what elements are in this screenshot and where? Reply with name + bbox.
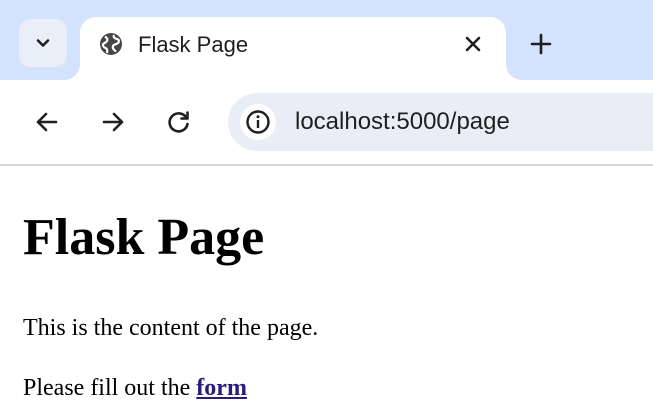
info-icon (246, 110, 270, 134)
page-content: Flask Page This is the content of the pa… (0, 166, 653, 405)
tab-title: Flask Page (138, 32, 249, 57)
toolbar: localhost:5000/page (0, 80, 653, 164)
form-prompt-paragraph: Please fill out the form (23, 374, 247, 402)
content-paragraph: This is the content of the page. (23, 315, 319, 341)
form-prompt-text: Please fill out the (23, 375, 197, 401)
chevron-down-icon (36, 39, 50, 47)
arrow-right-icon (102, 112, 124, 132)
site-info-button[interactable] (240, 104, 276, 140)
browser-window: Flask Page localhost:5000/page Flask Pag… (0, 0, 653, 405)
form-link[interactable]: form (196, 375, 247, 401)
tab-search-button[interactable] (19, 19, 67, 67)
back-button[interactable] (31, 106, 63, 138)
active-tab[interactable]: Flask Page (80, 17, 506, 80)
forward-button[interactable] (97, 106, 129, 138)
page-heading: Flask Page (23, 209, 265, 266)
arrow-left-icon (36, 112, 58, 132)
address-bar[interactable]: localhost:5000/page (228, 93, 653, 151)
globe-icon (100, 33, 122, 55)
plus-icon (530, 33, 552, 55)
url-text[interactable]: localhost:5000/page (295, 108, 510, 136)
reload-icon (168, 111, 189, 133)
tab-strip: Flask Page (0, 0, 653, 80)
new-tab-button[interactable] (526, 29, 556, 59)
reload-button[interactable] (163, 106, 195, 138)
close-icon (465, 36, 481, 52)
tab-close-button[interactable] (460, 31, 486, 57)
